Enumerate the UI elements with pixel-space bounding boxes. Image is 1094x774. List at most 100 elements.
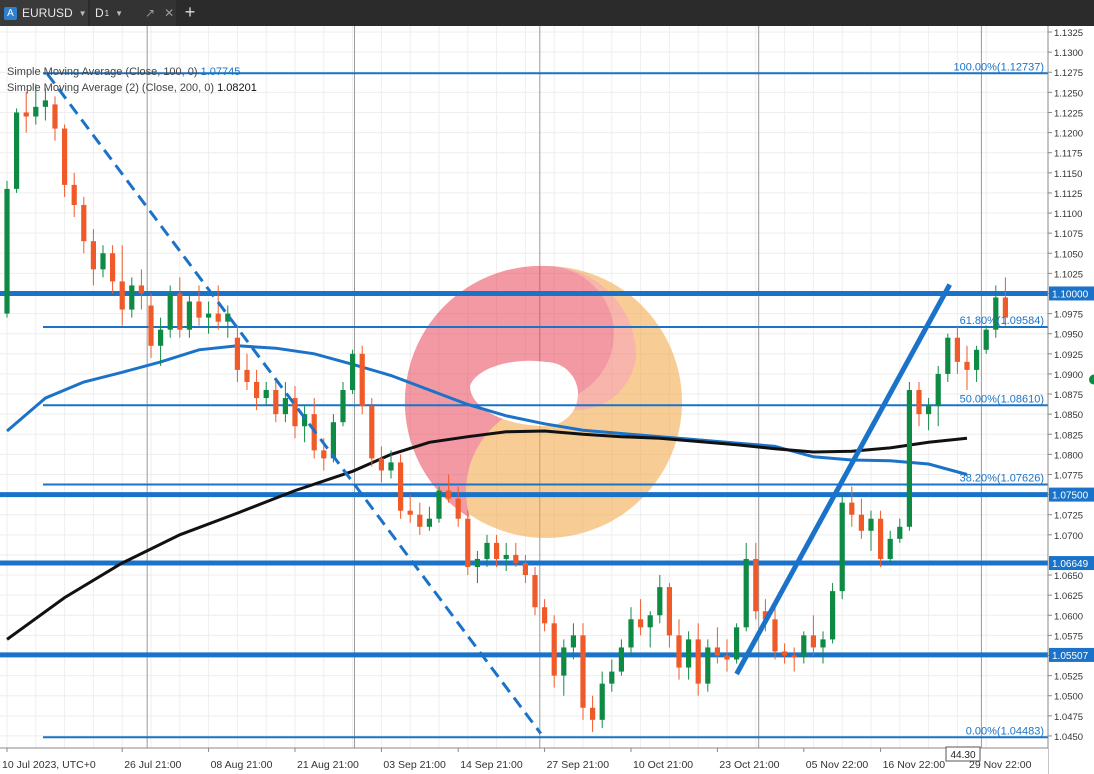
fibonacci-level-label: 38.20%(1.07626) xyxy=(960,472,1044,484)
candle-bearish xyxy=(81,204,87,242)
candle-bearish xyxy=(580,635,586,708)
candle-bearish xyxy=(244,369,250,382)
price-axis-tick-label: 1.0525 xyxy=(1054,672,1083,683)
tab-symbol-eurusd[interactable]: A EURUSD ▼ xyxy=(0,0,88,26)
candle-bullish xyxy=(618,647,624,672)
candle-bullish xyxy=(129,285,135,310)
chart-canvas[interactable]: 100.00%(1.12737) 61.80%(1.09584) 50.00%(1.… xyxy=(0,26,1094,774)
price-axis-tick-label: 1.0900 xyxy=(1054,370,1083,381)
candle-bullish xyxy=(350,353,356,391)
candle-bullish xyxy=(14,112,20,189)
time-axis-tick-label: 08 Aug 21:00 xyxy=(211,759,273,771)
candle-bearish xyxy=(110,253,116,282)
candle-bullish xyxy=(906,390,912,527)
candle-bullish xyxy=(570,635,576,648)
candle-bullish xyxy=(983,329,989,350)
price-axis-tick-label: 1.1300 xyxy=(1054,48,1083,59)
candle-bullish xyxy=(436,490,442,519)
candle-bearish xyxy=(772,619,778,652)
candle-bearish xyxy=(254,381,260,399)
chart-tab-bar: A EURUSD ▼ D1 ▼ ↗ ✕ + xyxy=(0,0,1094,26)
fibonacci-level-label: 100.00%(1.12737) xyxy=(953,61,1044,73)
candle-bearish xyxy=(407,510,413,515)
time-axis-tick-label: 21 Aug 21:00 xyxy=(297,759,359,771)
time-axis-tick-label: 03 Sep 21:00 xyxy=(383,759,446,771)
candle-bullish xyxy=(330,422,336,459)
candle-bullish xyxy=(647,615,653,628)
candle-bearish xyxy=(916,390,922,415)
candle-bearish xyxy=(551,623,557,676)
price-axis-tick-label: 1.1050 xyxy=(1054,249,1083,260)
indicator-sma100-label: Simple Moving Average (Close, 100, 0) xyxy=(7,66,198,78)
price-level-tag-label: 1.10000 xyxy=(1052,289,1089,300)
candle-bullish xyxy=(4,188,10,314)
indicator-sma100-legend[interactable]: Simple Moving Average (Close, 100, 0) 1.… xyxy=(7,66,240,78)
price-axis-tick-label: 1.0475 xyxy=(1054,712,1083,723)
candle-bearish xyxy=(359,353,365,407)
candle-bearish xyxy=(369,406,375,459)
candle-bearish xyxy=(849,502,855,515)
candle-bullish xyxy=(158,329,164,346)
price-axis-tick-label: 1.0650 xyxy=(1054,571,1083,582)
price-axis-tick-label: 1.1075 xyxy=(1054,229,1083,240)
price-chart[interactable]: 100.00%(1.12737) 61.80%(1.09584) 50.00%(1.… xyxy=(0,26,1094,774)
candle-bullish xyxy=(388,462,394,471)
price-level-tag-label: 1.06649 xyxy=(1052,559,1089,570)
tab-timeframe[interactable]: D1 ▼ ↗ ✕ xyxy=(90,0,176,26)
candle-bearish xyxy=(273,390,279,415)
candle-bearish xyxy=(964,361,970,370)
price-axis-tick-label: 1.0700 xyxy=(1054,531,1083,542)
candle-bearish xyxy=(676,635,682,668)
candle-bearish xyxy=(782,651,788,656)
candle-bearish xyxy=(52,104,58,129)
candle-bullish xyxy=(561,647,567,676)
candle-bullish xyxy=(206,313,212,318)
candle-bullish xyxy=(743,558,749,628)
fibonacci-level-label: 0.00%(1.04483) xyxy=(966,725,1044,737)
candle-bearish xyxy=(196,301,202,318)
candle-bearish xyxy=(695,639,701,684)
close-tab-icon[interactable]: ✕ xyxy=(164,6,174,20)
price-axis-tick-label: 1.0575 xyxy=(1054,631,1083,642)
candle-bullish xyxy=(830,591,836,640)
indicator-sma200-label: Simple Moving Average (2) (Close, 200, 0… xyxy=(7,82,215,94)
detach-window-icon[interactable]: ↗ xyxy=(145,6,155,20)
symbol-dropdown-chevron-icon[interactable]: ▼ xyxy=(79,9,87,18)
candle-bullish xyxy=(628,619,634,648)
candle-bullish xyxy=(820,639,826,648)
time-axis-tick-label: 14 Sep 21:00 xyxy=(460,759,523,771)
price-axis-tick-label: 1.1100 xyxy=(1054,209,1082,220)
candle-bearish xyxy=(522,562,528,576)
candle-bearish xyxy=(71,184,77,205)
candle-bullish xyxy=(897,526,903,539)
candle-bullish xyxy=(887,538,893,559)
candle-bullish xyxy=(263,390,269,399)
candle-bearish xyxy=(954,337,960,362)
time-axis-tick-label: 10 Jul 2023, UTC+0 xyxy=(2,759,96,771)
candle-bearish xyxy=(638,619,644,628)
add-tab-button[interactable]: + xyxy=(180,2,200,24)
timeframe-dropdown-chevron-icon[interactable]: ▼ xyxy=(115,9,123,18)
price-axis-tick-label: 1.0775 xyxy=(1054,470,1083,481)
price-axis-tick-label: 1.0600 xyxy=(1054,611,1083,622)
time-axis-tick-label: 16 Nov 22:00 xyxy=(883,759,946,771)
candle-bearish xyxy=(378,458,384,471)
time-axis-tick-label: 10 Oct 21:00 xyxy=(633,759,693,771)
timeframe-label: D xyxy=(95,6,104,20)
candle-bearish xyxy=(791,655,797,658)
candle-bearish xyxy=(724,655,730,660)
price-axis-tick-label: 1.0500 xyxy=(1054,692,1083,703)
indicator-sma200-legend[interactable]: Simple Moving Average (2) (Close, 200, 0… xyxy=(7,82,257,94)
timeframe-sub: 1 xyxy=(104,8,110,18)
time-axis-tick-label: 05 Nov 22:00 xyxy=(806,759,869,771)
time-axis-tick-label: 27 Sep 21:00 xyxy=(547,759,610,771)
candle-bearish xyxy=(234,337,240,370)
candle-bullish xyxy=(609,671,615,684)
time-axis-tick-label: 23 Oct 21:00 xyxy=(719,759,779,771)
candle-bearish xyxy=(148,305,154,346)
price-axis-tick-label: 1.0975 xyxy=(1054,310,1083,321)
candle-bullish xyxy=(484,542,490,559)
candle-bearish xyxy=(513,554,519,563)
candle-bearish xyxy=(810,635,816,648)
candle-bullish xyxy=(945,337,951,374)
